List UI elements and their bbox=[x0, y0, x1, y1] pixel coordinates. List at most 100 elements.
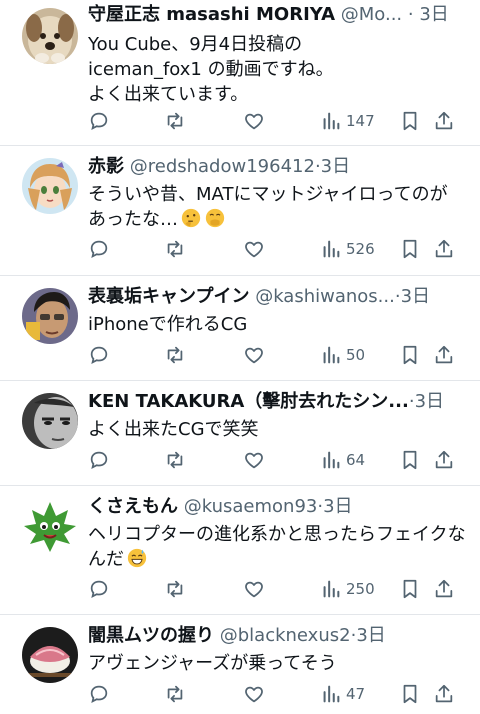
display-name[interactable]: くさえもん bbox=[88, 496, 178, 517]
user-handle[interactable]: @kusaemon93 bbox=[184, 496, 318, 517]
display-name[interactable]: 守屋正志 masashi MORIYA bbox=[88, 4, 335, 25]
action-bar: 147 bbox=[88, 108, 464, 134]
views-chart-icon bbox=[323, 346, 340, 364]
timestamp[interactable]: 3日 bbox=[356, 625, 385, 646]
avatar[interactable] bbox=[22, 393, 78, 449]
text-line: ヘリコプターの進化系かと思ったらフェイクな bbox=[88, 524, 466, 545]
retweet-button[interactable] bbox=[164, 576, 186, 602]
avatar[interactable] bbox=[22, 8, 78, 64]
avatar[interactable] bbox=[22, 158, 78, 214]
reply-button[interactable] bbox=[88, 342, 110, 368]
dog-avatar-image bbox=[22, 8, 78, 64]
views-chart-icon bbox=[323, 580, 340, 598]
share-icon bbox=[435, 579, 453, 598]
text-fragment: あったな… bbox=[88, 209, 178, 230]
reply-icon bbox=[90, 346, 108, 364]
bookmark-icon bbox=[403, 239, 417, 259]
divider bbox=[0, 145, 480, 146]
user-handle[interactable]: @redshadow196412 bbox=[130, 156, 315, 177]
like-button[interactable] bbox=[243, 681, 265, 707]
share-button[interactable] bbox=[433, 576, 455, 602]
views-button[interactable]: 64 bbox=[320, 447, 365, 473]
action-bar: 50 bbox=[88, 342, 464, 368]
display-name[interactable]: 闇黒ムツの握り bbox=[88, 625, 214, 646]
text-line: そういや昔、MATにマットジャイロってのが bbox=[88, 184, 448, 205]
views-chart-icon bbox=[323, 451, 340, 469]
reply-button[interactable] bbox=[88, 236, 110, 262]
reply-button[interactable] bbox=[88, 681, 110, 707]
reply-feed: 守屋正志 masashi MORIYA @Mo... · 3日 You Cube… bbox=[0, 0, 480, 714]
reply-icon bbox=[90, 580, 108, 598]
display-name[interactable]: 赤影 bbox=[88, 156, 124, 177]
views-chart-icon bbox=[323, 685, 340, 703]
reply-button[interactable] bbox=[88, 447, 110, 473]
like-button[interactable] bbox=[243, 342, 265, 368]
bookmark-button[interactable] bbox=[399, 447, 421, 473]
reply-button[interactable] bbox=[88, 576, 110, 602]
tweet-text: You Cube、9月4日投稿の iceman_fox1 の動画ですね。 よく出… bbox=[88, 32, 466, 107]
share-icon bbox=[435, 111, 453, 130]
retweet-button[interactable] bbox=[164, 342, 186, 368]
heart-icon bbox=[245, 241, 263, 258]
timestamp[interactable]: 3日 bbox=[321, 156, 350, 177]
view-count: 250 bbox=[346, 580, 375, 598]
views-button[interactable]: 47 bbox=[320, 681, 365, 707]
like-button[interactable] bbox=[243, 108, 265, 134]
timestamp[interactable]: 3日 bbox=[415, 391, 444, 412]
timestamp[interactable]: 3日 bbox=[419, 4, 448, 25]
user-handle[interactable]: @blacknexus2 bbox=[220, 625, 351, 646]
tweet-header: くさえもん @kusaemon93·3日 bbox=[88, 494, 464, 520]
user-handle[interactable]: @kashiwanos... bbox=[255, 286, 395, 307]
retweet-button[interactable] bbox=[164, 447, 186, 473]
sushi-avatar-image bbox=[22, 627, 78, 683]
user-handle[interactable]: @Mo... bbox=[341, 4, 402, 25]
bookmark-button[interactable] bbox=[399, 236, 421, 262]
views-button[interactable]: 50 bbox=[320, 342, 365, 368]
reply-button[interactable] bbox=[88, 108, 110, 134]
avatar[interactable] bbox=[22, 627, 78, 683]
timestamp[interactable]: 3日 bbox=[401, 286, 430, 307]
timestamp[interactable]: 3日 bbox=[323, 496, 352, 517]
retweet-button[interactable] bbox=[164, 236, 186, 262]
views-chart-icon bbox=[323, 112, 340, 130]
anime-girl-avatar-image bbox=[22, 158, 78, 214]
bookmark-button[interactable] bbox=[399, 576, 421, 602]
like-button[interactable] bbox=[243, 447, 265, 473]
display-name[interactable]: KEN TAKAKURA（擊肘去れたシン... bbox=[88, 391, 409, 412]
tweet-header: KEN TAKAKURA（擊肘去れたシン...·3日 bbox=[88, 389, 464, 415]
share-button[interactable] bbox=[433, 236, 455, 262]
retweet-icon bbox=[167, 346, 183, 364]
like-button[interactable] bbox=[243, 576, 265, 602]
tweet-text: そういや昔、MATにマットジャイロってのが あったな… bbox=[88, 182, 466, 232]
tweet-header: 表裏垢キャンプイン @kashiwanos...·3日 bbox=[88, 284, 464, 310]
bookmark-button[interactable] bbox=[399, 108, 421, 134]
views-button[interactable]: 526 bbox=[320, 236, 375, 262]
avatar[interactable] bbox=[22, 288, 78, 344]
share-button[interactable] bbox=[433, 681, 455, 707]
view-count: 64 bbox=[346, 451, 366, 469]
like-button[interactable] bbox=[243, 236, 265, 262]
reply-icon bbox=[90, 112, 108, 130]
bookmark-button[interactable] bbox=[399, 681, 421, 707]
views-button[interactable]: 250 bbox=[320, 576, 375, 602]
grinning-sweat-icon bbox=[127, 548, 147, 568]
thinking-face-icon bbox=[181, 208, 201, 228]
retweet-button[interactable] bbox=[164, 108, 186, 134]
view-count: 50 bbox=[346, 346, 366, 364]
share-button[interactable] bbox=[433, 108, 455, 134]
text-line: あったな… bbox=[88, 207, 466, 232]
retweet-button[interactable] bbox=[164, 681, 186, 707]
action-bar: 47 bbox=[88, 681, 464, 707]
display-name[interactable]: 表裏垢キャンプイン bbox=[88, 286, 249, 307]
text-line: んだ bbox=[88, 547, 466, 572]
heart-icon bbox=[245, 686, 263, 703]
views-button[interactable]: 147 bbox=[320, 108, 375, 134]
bookmark-button[interactable] bbox=[399, 342, 421, 368]
share-button[interactable] bbox=[433, 447, 455, 473]
retweet-icon bbox=[167, 580, 183, 598]
leaf-character-avatar-image bbox=[22, 498, 78, 554]
share-icon bbox=[435, 684, 453, 703]
share-button[interactable] bbox=[433, 342, 455, 368]
bookmark-icon bbox=[403, 579, 417, 599]
avatar[interactable] bbox=[22, 498, 78, 554]
